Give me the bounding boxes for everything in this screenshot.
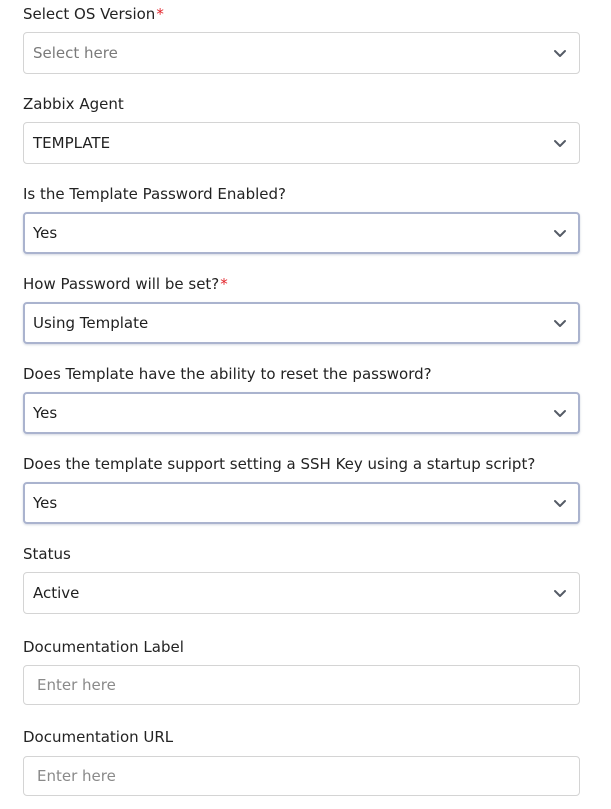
template-reset-password-label: Does Template have the ability to reset … bbox=[23, 365, 432, 383]
documentation-url-label: Documentation URL bbox=[23, 728, 174, 746]
status-select[interactable]: Active bbox=[23, 572, 580, 614]
required-asterisk: * bbox=[156, 5, 164, 23]
template-password-enabled-value: Yes bbox=[33, 224, 58, 242]
documentation-label-label: Documentation Label bbox=[23, 638, 184, 656]
zabbix-agent-select[interactable]: TEMPLATE bbox=[23, 122, 580, 164]
chevron-down-icon bbox=[554, 50, 566, 57]
template-password-enabled-select[interactable]: Yes bbox=[23, 212, 580, 254]
status-value: Active bbox=[33, 584, 80, 602]
chevron-down-icon bbox=[554, 410, 566, 417]
template-reset-password-value: Yes bbox=[33, 404, 58, 422]
zabbix-agent-value: TEMPLATE bbox=[33, 134, 111, 152]
chevron-down-icon bbox=[554, 140, 566, 147]
os-version-select[interactable]: Select here bbox=[23, 32, 580, 74]
password-set-method-value: Using Template bbox=[33, 314, 149, 332]
zabbix-agent-label: Zabbix Agent bbox=[23, 95, 124, 113]
documentation-url-input[interactable] bbox=[23, 756, 580, 796]
ssh-key-startup-script-label: Does the template support setting a SSH … bbox=[23, 455, 536, 473]
chevron-down-icon bbox=[554, 590, 566, 597]
template-password-enabled-label: Is the Template Password Enabled? bbox=[23, 185, 287, 203]
documentation-label-input[interactable] bbox=[23, 665, 580, 705]
status-label: Status bbox=[23, 545, 71, 563]
template-reset-password-select[interactable]: Yes bbox=[23, 392, 580, 434]
chevron-down-icon bbox=[554, 230, 566, 237]
required-asterisk: * bbox=[220, 275, 228, 293]
os-version-label: Select OS Version* bbox=[23, 5, 164, 23]
ssh-key-startup-script-select[interactable]: Yes bbox=[23, 482, 580, 524]
password-set-method-select[interactable]: Using Template bbox=[23, 302, 580, 344]
chevron-down-icon bbox=[554, 320, 566, 327]
password-set-method-label: How Password will be set?* bbox=[23, 275, 228, 293]
chevron-down-icon bbox=[554, 500, 566, 507]
ssh-key-startup-script-value: Yes bbox=[33, 494, 58, 512]
os-version-placeholder: Select here bbox=[33, 44, 118, 62]
